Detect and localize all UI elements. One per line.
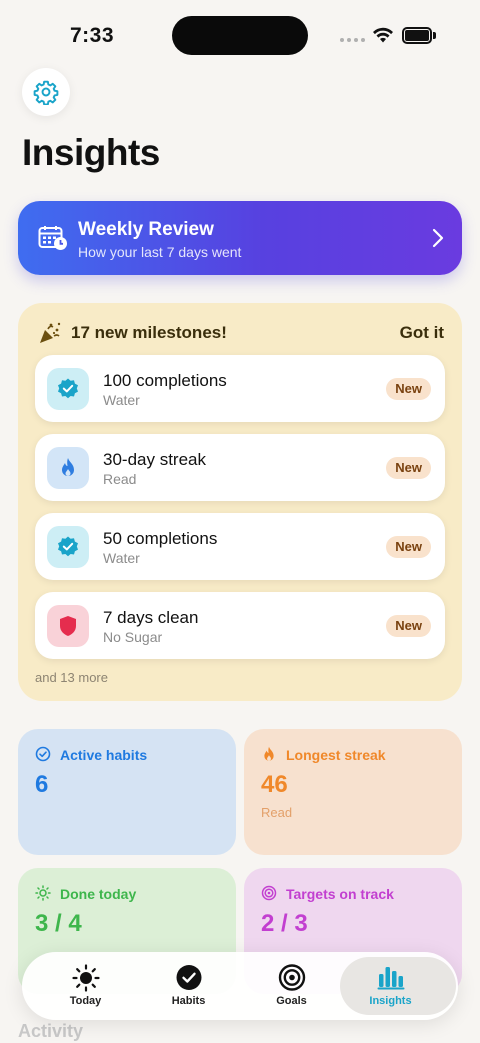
tab-insights[interactable]: Insights <box>336 952 456 1020</box>
tab-label: Goals <box>276 995 307 1007</box>
more-milestones-link[interactable]: and 13 more <box>35 670 108 685</box>
stat-value: 3 / 4 <box>35 910 82 937</box>
status-time: 7:33 <box>70 24 115 47</box>
milestone-name: 7 days clean <box>103 608 199 627</box>
tab-label: Insights <box>369 995 412 1007</box>
stat-value: 46 <box>261 771 288 798</box>
flame-icon <box>62 458 74 476</box>
stat-label: Targets on track <box>286 886 394 902</box>
dynamic-island <box>172 16 308 55</box>
page-title: Insights <box>22 132 160 173</box>
new-badge: New <box>386 615 431 637</box>
milestones-title: 17 new milestones! <box>71 323 227 342</box>
bar-chart-icon <box>377 967 404 990</box>
chevron-right-icon <box>432 228 444 248</box>
new-badge: New <box>386 536 431 558</box>
settings-button[interactable] <box>22 68 70 116</box>
stat-label: Done today <box>60 886 137 902</box>
milestone-name: 100 completions <box>103 371 227 390</box>
stat-value: 2 / 3 <box>261 910 308 937</box>
weekly-review-title: Weekly Review <box>78 219 214 240</box>
milestone-card[interactable]: 7 days clean No Sugar New <box>35 592 445 659</box>
shield-icon <box>60 616 76 636</box>
target-icon <box>278 964 305 991</box>
target-icon <box>261 885 277 901</box>
new-badge: New <box>386 378 431 400</box>
check-circle-icon <box>35 746 51 762</box>
stat-active-habits[interactable]: Active habits 6 <box>18 729 236 855</box>
calendar-clock-icon <box>38 226 67 250</box>
cellular-signal-icon <box>340 38 365 42</box>
tab-goals[interactable]: Goals <box>237 952 346 1020</box>
weekly-review-subtitle: How your last 7 days went <box>78 244 242 260</box>
stat-label: Longest streak <box>286 747 386 763</box>
milestone-name: 50 completions <box>103 529 218 548</box>
milestone-habit: No Sugar <box>103 629 163 645</box>
got-it-button[interactable]: Got it <box>400 323 444 343</box>
verified-badge-icon <box>58 378 78 399</box>
milestone-habit: Water <box>103 550 140 566</box>
new-badge: New <box>386 457 431 479</box>
stat-label: Active habits <box>60 747 148 763</box>
milestone-card[interactable]: 30-day streak Read New <box>35 434 445 501</box>
sun-icon <box>71 964 100 992</box>
wifi-icon <box>373 27 393 43</box>
verified-badge-icon <box>58 536 78 557</box>
tab-label: Habits <box>171 995 206 1007</box>
tab-label: Today <box>69 995 102 1007</box>
milestone-habit: Water <box>103 392 140 408</box>
activity-section-title: Activity <box>18 1021 84 1041</box>
tab-habits[interactable]: Habits <box>134 952 243 1020</box>
tab-bar: Today Habits Goals Insights <box>22 952 458 1020</box>
party-popper-icon <box>40 322 61 343</box>
milestones-panel: 17 new milestones! Got it 100 completion… <box>18 303 462 701</box>
stat-value: 6 <box>35 771 49 798</box>
checkmark-circle-icon <box>176 965 201 990</box>
milestone-name: 30-day streak <box>103 450 206 469</box>
sun-icon <box>35 885 51 901</box>
milestone-card[interactable]: 100 completions Water New <box>35 355 445 422</box>
status-bar: 7:33 <box>0 0 480 70</box>
gear-icon <box>33 80 59 105</box>
milestone-card[interactable]: 50 completions Water New <box>35 513 445 580</box>
stat-sub: Read <box>261 805 293 820</box>
stat-longest-streak[interactable]: Longest streak 46 Read <box>244 729 462 855</box>
tab-today[interactable]: Today <box>31 952 140 1020</box>
flame-icon <box>264 746 274 761</box>
milestone-habit: Read <box>103 471 137 487</box>
battery-icon <box>402 27 436 44</box>
weekly-review-button[interactable]: Weekly Review How your last 7 days went <box>18 201 462 275</box>
